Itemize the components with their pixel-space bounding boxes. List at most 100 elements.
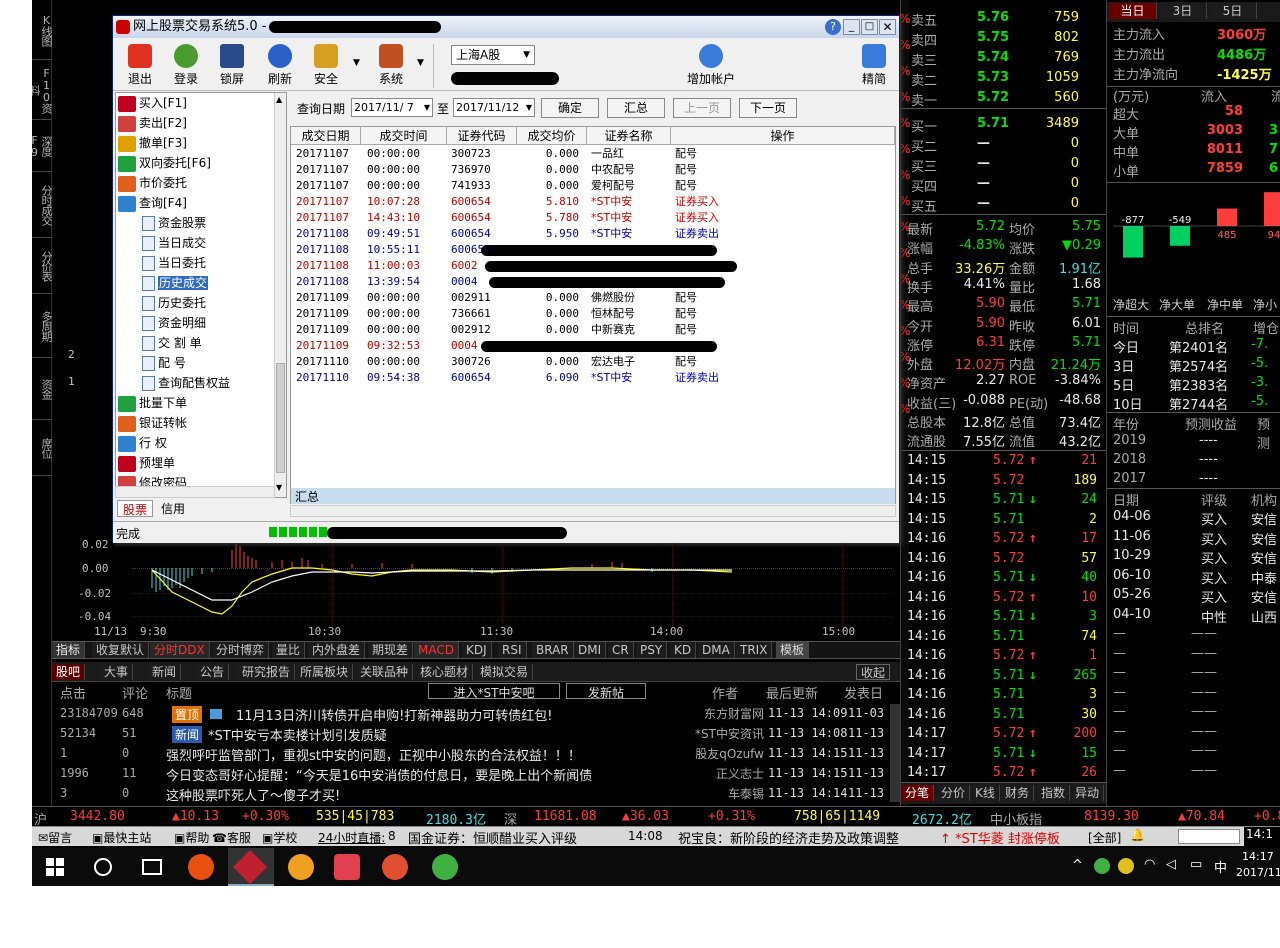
tab-restore-default[interactable]: 收复默认 [92,642,150,658]
end-date-picker[interactable]: 2017/11/12 ▼ [453,98,535,117]
column-header[interactable]: 成交日期 [291,127,361,145]
news-row[interactable]: 52134 51 新闻 *ST中安亏本卖楼计划引发质疑 *ST中安资讯 11-13 14:… [52,724,888,744]
tab-ticks[interactable]: 分笔 [901,785,935,801]
tab-game[interactable]: 分时博弈 [212,642,270,658]
table-row[interactable]: 20171110 00:00:00 300726 0.000 宏达电子 配号 [291,354,895,370]
tree-item[interactable]: 交 割 单 [142,333,202,353]
app-icon[interactable] [432,854,458,880]
tree-item[interactable]: 买入[F1] [118,93,187,113]
tab-depth[interactable]: 深度F9 [32,120,53,172]
tab-futures-spot[interactable]: 期现差 [368,642,414,658]
tab-5day[interactable]: 5日 [1209,3,1257,19]
table-row[interactable]: 20171108 11:00:03 6002 [291,258,895,274]
tab-price-table[interactable]: 分价表 [32,238,53,294]
table-row[interactable]: 20171107 10:07:28 600654 5.810 *ST中安 证券买入 [291,194,895,210]
tree-item[interactable]: 卖出[F2] [118,113,187,133]
news-title[interactable]: 11月13日济川转债开启申购!打新神器助力可转债红包! [236,705,692,724]
ticker-all[interactable]: [全部] [1088,829,1121,846]
scroll-up-icon[interactable]: ▲ [276,95,285,105]
tab-cr[interactable]: CR [608,642,634,658]
tab-trix[interactable]: TRIX [736,642,773,658]
table-row[interactable]: 20171109 09:32:53 0004 [291,338,895,354]
table-row[interactable]: 20171108 13:39:54 0004 [291,274,895,290]
maximize-icon[interactable]: □ [861,19,878,35]
help-link[interactable]: ▣帮助 [174,829,209,846]
clock-time[interactable]: 14:17 [1242,850,1274,863]
refresh-button[interactable]: 刷新 [255,44,305,87]
tab-credit[interactable]: 信用 [155,500,191,517]
table-row[interactable]: 20171108 09:49:51 600654 5.950 *ST中安 证券卖出 [291,226,895,242]
tab-related[interactable]: 关联品种 [356,664,414,680]
tab-kline[interactable]: K线图 [32,0,53,60]
tab-volume-ratio[interactable]: 量比 [272,642,306,658]
tab-kdj[interactable]: KDJ [462,642,492,658]
tray-icon[interactable] [1094,858,1110,874]
windows-start-icon[interactable] [46,858,64,876]
column-header[interactable]: 操作 [671,127,895,145]
table-row[interactable]: 20171110 09:54:38 600654 6.090 *ST中安 证券卖出 [291,370,895,386]
enter-forum-button[interactable]: 进入*ST中安吧 [428,683,560,700]
wifi-icon[interactable]: ◠ [1144,857,1155,872]
school-link[interactable]: ▣学校 [262,829,297,846]
news-title[interactable]: 今日变态哥好心提醒：“今天是16中安消债的付息日，要是晚上出个新闻债 [166,765,692,784]
notification-icon[interactable]: ▭ [1190,857,1202,872]
tab-trades[interactable]: 分时成交 [32,172,53,238]
task-view-icon[interactable] [142,859,162,875]
bell-icon[interactable]: 🔔 [1130,828,1145,842]
table-row[interactable]: 20171108 10:55:11 60065 [291,242,895,258]
tree-item[interactable]: 预埋单 [118,453,175,473]
trading-app-icon[interactable] [228,848,274,886]
tree-hscroll[interactable] [115,486,275,498]
message-link[interactable]: ✉留言 [38,829,72,846]
ticker-news-2[interactable]: 祝宝良：新阶段的经济走势及政策调整 [678,828,899,847]
tab-ddx[interactable]: 分时DDX [150,642,210,658]
tree-item[interactable]: 撤单[F3] [118,133,187,153]
tab-guba[interactable]: 股吧 [52,664,86,680]
tab-seats[interactable]: 席位 [32,420,53,476]
app-icon[interactable] [188,854,214,880]
tree-item[interactable]: 资金股票 [142,213,206,233]
tree-item[interactable]: 查询配售权益 [142,373,230,393]
tree-item[interactable]: 市价委托 [118,173,187,193]
tab-research[interactable]: 研究报告 [238,664,296,680]
login-button[interactable]: 登录 [161,44,211,87]
tab-template[interactable]: 模板 [776,642,810,658]
scroll-thumb[interactable] [276,363,285,473]
table-row[interactable]: 20171109 00:00:00 002911 0.000 佛燃股份 配号 [291,290,895,306]
tab-psy[interactable]: PSY [636,642,668,658]
table-row[interactable]: 20171107 00:00:00 736970 0.000 中农配号 配号 [291,162,895,178]
column-header[interactable]: 成交时间 [361,127,447,145]
system-button[interactable]: 系统 [366,44,416,87]
security-button[interactable]: 安全 [301,44,351,87]
column-header[interactable]: 成交均价 [517,127,587,145]
tab-dma[interactable]: DMA [698,642,735,658]
tab-dmi[interactable]: DMI [574,642,607,658]
tab-f10[interactable]: F10资料 [32,60,53,120]
tab-brar[interactable]: BRAR [532,642,574,658]
tree-item[interactable]: 行 权 [118,433,167,453]
help-icon[interactable]: ? [825,19,841,35]
chevron-down-icon[interactable]: ▼ [417,58,424,68]
tab-sim-trading[interactable]: 模拟交易 [476,664,534,680]
speaker-icon[interactable]: ◁ [1166,857,1176,872]
tab-price-dist[interactable]: 分价 [937,785,971,801]
tab-inner-outer[interactable]: 内外盘差 [308,642,366,658]
tab-indicator[interactable]: 指标 [52,642,86,658]
live-link[interactable]: 24小时直播: [318,829,385,846]
search-icon[interactable] [94,858,112,876]
ime-indicator[interactable]: 中 [1214,857,1227,876]
confirm-button[interactable]: 确定 [541,98,599,118]
tree-scrollbar[interactable]: ▲ ▼ [274,93,286,497]
news-row[interactable]: 1996 11 今日变态哥好心提醒：“今天是16中安消债的付息日，要是晚上出个新闻债… [52,764,888,784]
clock-date[interactable]: 2017/11 [1236,866,1280,879]
fastest-server-link[interactable]: ▣最快主站 [92,829,151,846]
tab-stocks[interactable]: 股票 [117,500,153,517]
tab-core-theme[interactable]: 核心题材 [416,664,474,680]
news-title[interactable]: 这种股票吓死人了～傻子才买! [166,785,692,804]
tab-funds[interactable]: 资金 [32,358,53,420]
tree-item[interactable]: 资金明细 [142,313,206,333]
compact-button[interactable]: 精简 [849,44,899,87]
tree-item[interactable]: 银证转帐 [118,413,187,433]
minimize-icon[interactable]: _ [843,19,860,35]
column-header[interactable]: 证券名称 [587,127,671,145]
